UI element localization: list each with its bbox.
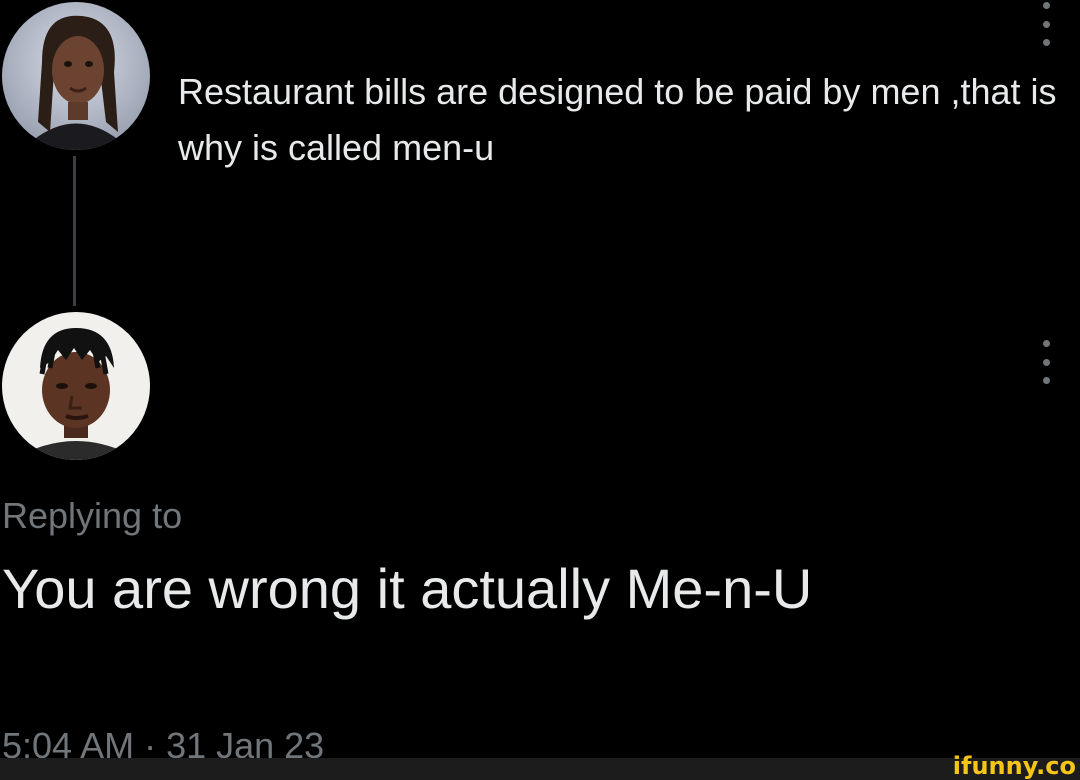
user-avatar-icon[interactable] <box>2 2 150 150</box>
reply-tweet-text: You are wrong it actually Me-n-U <box>2 557 813 620</box>
woman-portrait-icon <box>2 2 150 150</box>
man-portrait-icon <box>2 312 150 460</box>
replying-to-label[interactable]: Replying to <box>2 494 182 538</box>
more-options-icon[interactable] <box>1036 340 1056 384</box>
more-options-icon[interactable] <box>1036 2 1056 46</box>
user-avatar-icon[interactable] <box>2 312 150 460</box>
watermark-bar <box>0 758 1080 780</box>
original-tweet-text: Restaurant bills are designed to be paid… <box>178 71 1057 168</box>
thread-connector-line <box>73 156 76 306</box>
ifunny-watermark: ifunny.co <box>952 752 1076 780</box>
